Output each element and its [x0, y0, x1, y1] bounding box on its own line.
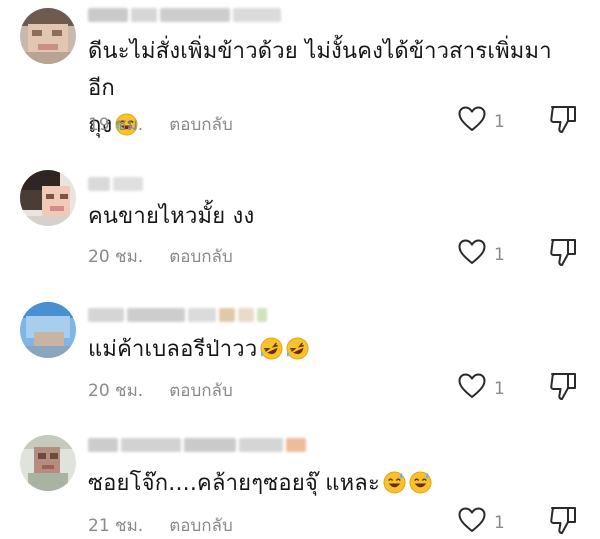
like-button[interactable]: 1 [458, 373, 505, 404]
comment-time: 20 ชม. [88, 381, 144, 401]
avatar[interactable] [20, 435, 76, 491]
rolling-laughing-emoji [260, 335, 283, 360]
comment-time: 19 ชม. [88, 115, 144, 135]
thumbs-down-icon[interactable] [548, 106, 578, 138]
rolling-laughing-emoji [286, 335, 309, 360]
comment-text-line1: ซอยโจ๊ก....คล้ายๆซอยจุ๊ แหละ [88, 471, 380, 496]
reply-button[interactable]: ตอบกลับ [169, 512, 233, 539]
thumbs-down-icon[interactable] [548, 239, 578, 271]
like-count: 1 [494, 512, 505, 533]
dislike-button[interactable] [548, 237, 578, 267]
reply-button[interactable]: ตอบกลับ [169, 377, 233, 404]
like-button[interactable]: 1 [458, 507, 505, 538]
thumbs-down-icon[interactable] [548, 373, 578, 405]
comment-text-line1: แม่ค้าเบลอรีป่าวว [88, 337, 258, 362]
like-count: 1 [494, 244, 505, 265]
heart-icon[interactable] [458, 373, 486, 404]
avatar[interactable] [20, 8, 76, 64]
reply-button[interactable]: ตอบกลับ [169, 243, 233, 270]
comment-text: คนขายไหวมั้ย งง [88, 198, 558, 235]
dislike-button[interactable] [548, 505, 578, 535]
like-count: 1 [494, 111, 505, 132]
like-button[interactable]: 1 [458, 106, 505, 137]
like-button[interactable]: 1 [458, 239, 505, 270]
heart-icon[interactable] [458, 239, 486, 270]
comment-time: 21 ชม. [88, 516, 144, 536]
like-count: 1 [494, 378, 505, 399]
comment-time: 20 ชม. [88, 247, 144, 267]
thumbs-down-icon[interactable] [548, 507, 578, 539]
avatar[interactable] [20, 302, 76, 358]
comment-meta: 21 ชม. ตอบกลับ [88, 512, 233, 539]
heart-icon[interactable] [458, 106, 486, 137]
comment-text-line1: คนขายไหวมั้ย งง [88, 204, 255, 229]
username-blurred[interactable] [88, 6, 281, 24]
sweat-smile-emoji [409, 469, 432, 494]
username-blurred[interactable] [88, 436, 306, 454]
comment-meta: 20 ชม. ตอบกลับ [88, 243, 233, 270]
dislike-button[interactable] [548, 371, 578, 401]
heart-icon[interactable] [458, 507, 486, 538]
comment-text: ซอยโจ๊ก....คล้ายๆซอยจุ๊ แหละ [88, 465, 558, 502]
comment-meta: 20 ชม. ตอบกลับ [88, 377, 233, 404]
comment-text: แม่ค้าเบลอรีป่าวว [88, 331, 558, 368]
username-blurred[interactable] [88, 175, 143, 193]
dislike-button[interactable] [548, 104, 578, 134]
avatar[interactable] [20, 170, 76, 226]
comment-meta: 19 ชม. ตอบกลับ [88, 111, 233, 138]
username-blurred[interactable] [88, 306, 267, 324]
comment-text-line1: ดีนะไม่สั่งเพิ่มข้าวด้วย ไม่งั้นคงได้ข้า… [88, 39, 552, 101]
reply-button[interactable]: ตอบกลับ [169, 111, 233, 138]
sweat-smile-emoji [383, 469, 406, 494]
